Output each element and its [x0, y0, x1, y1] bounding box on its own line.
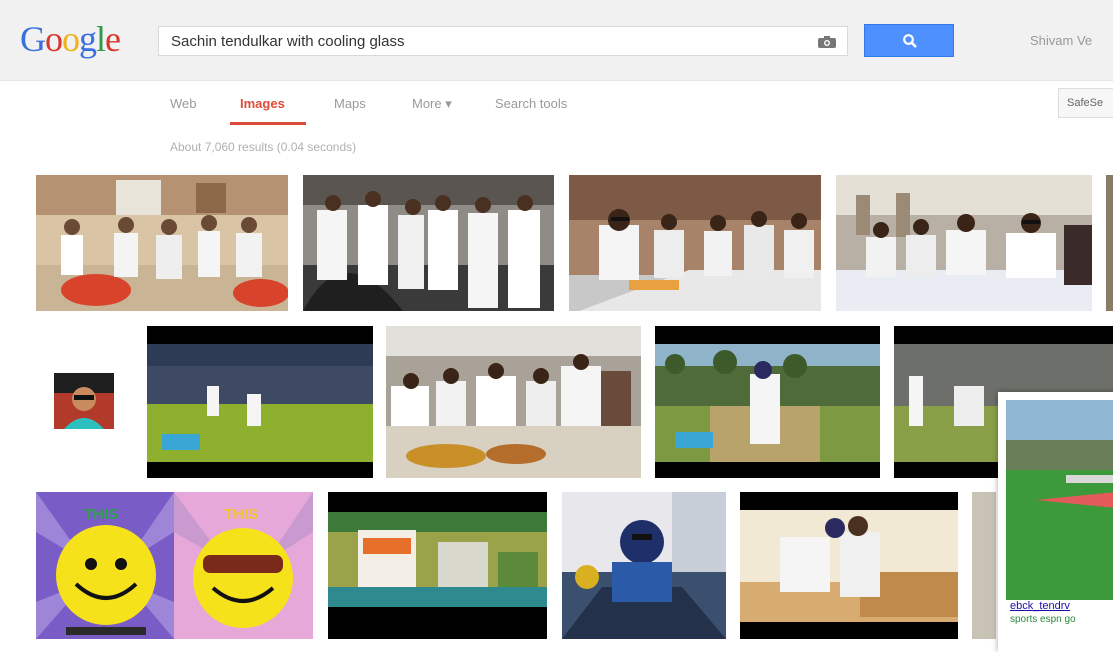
image-result-13[interactable]	[562, 492, 726, 639]
search-box[interactable]	[158, 26, 848, 56]
preview-image[interactable]	[1006, 400, 1113, 600]
tab-images[interactable]: Images	[240, 96, 285, 111]
camera-icon[interactable]	[817, 35, 837, 48]
image-result-3[interactable]	[569, 175, 821, 311]
search-button[interactable]	[864, 24, 954, 57]
top-bar: Google Shivam Ve	[0, 0, 1113, 81]
preview-source: sports espn go	[1010, 614, 1076, 625]
search-input[interactable]	[169, 32, 793, 51]
google-logo[interactable]: Google	[20, 18, 121, 60]
tab-maps[interactable]: Maps	[334, 96, 366, 111]
search-tools-button[interactable]: Search tools	[495, 96, 567, 111]
smiley-label-left: THIS	[84, 506, 119, 523]
results-stats: About 7,060 results (0.04 seconds)	[170, 140, 357, 154]
image-result-5-partial[interactable]	[1106, 175, 1113, 311]
image-result-8[interactable]	[386, 326, 641, 478]
image-result-9[interactable]	[655, 326, 880, 478]
image-hover-preview[interactable]: ebck_tendrv sports espn go	[998, 392, 1113, 652]
image-result-11[interactable]: THIS THIS	[36, 492, 313, 639]
user-name[interactable]: Shivam Ve	[1030, 33, 1092, 48]
image-result-6[interactable]	[54, 373, 114, 429]
image-result-1[interactable]	[36, 175, 288, 311]
preview-title-link[interactable]: ebck_tendrv	[1010, 600, 1070, 612]
search-nav: Web Images Maps More ▾ Search tools	[0, 80, 1113, 130]
search-icon	[903, 34, 917, 48]
image-result-15-partial[interactable]	[972, 492, 996, 639]
smiley-label-right: THIS	[224, 506, 259, 523]
tab-more[interactable]: More ▾	[412, 96, 452, 112]
safesearch-button[interactable]: SafeSe	[1058, 88, 1113, 118]
active-tab-indicator	[230, 122, 306, 125]
image-result-12[interactable]	[328, 492, 547, 639]
image-result-14[interactable]	[740, 492, 958, 639]
tab-web[interactable]: Web	[170, 96, 197, 111]
image-result-4[interactable]	[836, 175, 1092, 311]
image-result-7[interactable]	[147, 326, 373, 478]
image-result-2[interactable]	[303, 175, 554, 311]
